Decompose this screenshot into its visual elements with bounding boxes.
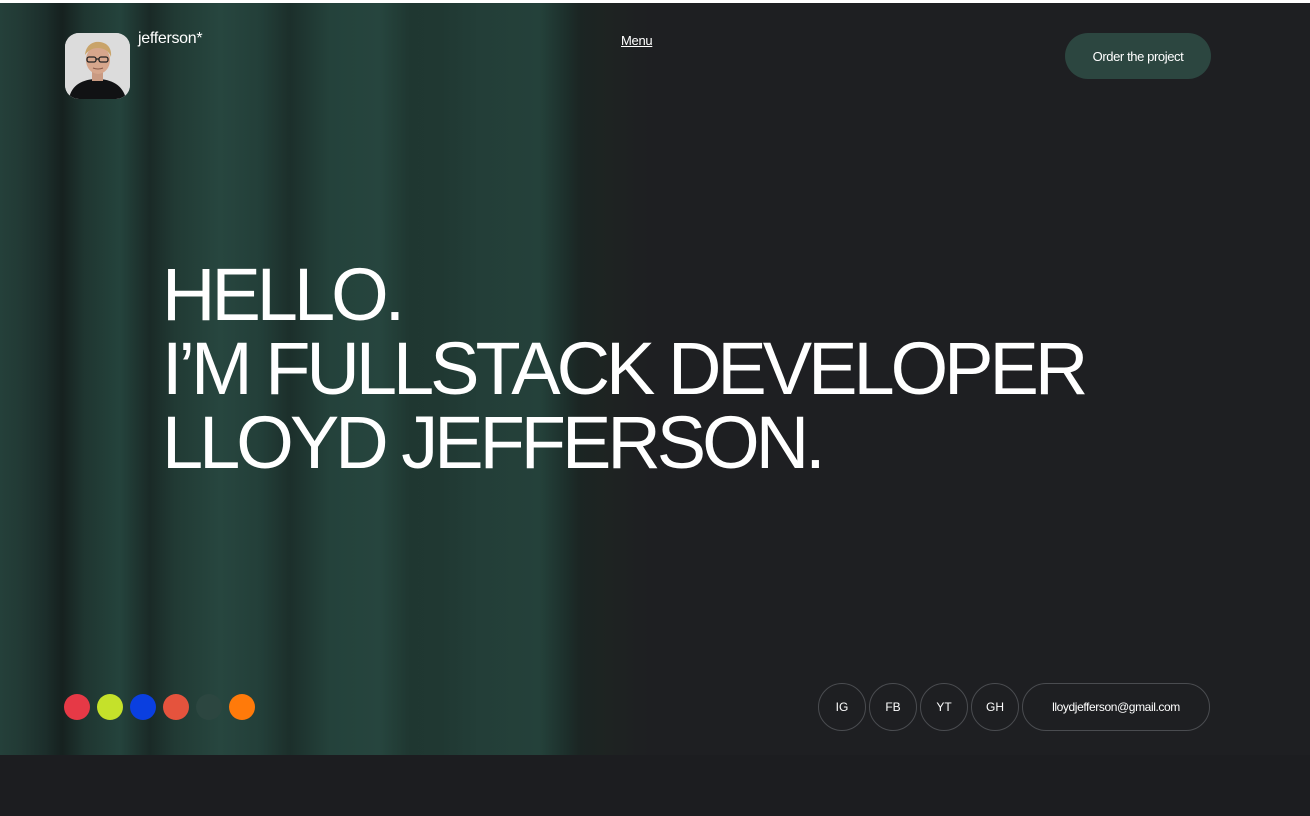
order-project-button[interactable]: Order the project: [1065, 33, 1211, 79]
facebook-link[interactable]: FB: [869, 683, 917, 731]
instagram-link[interactable]: IG: [818, 683, 866, 731]
github-link[interactable]: GH: [971, 683, 1019, 731]
youtube-link[interactable]: YT: [920, 683, 968, 731]
menu-link[interactable]: Menu: [621, 33, 653, 48]
swatch-coral[interactable]: [163, 694, 189, 720]
portrait-image: [65, 33, 130, 99]
headline-line-2: I’M FULLSTACK DEVELOPER: [162, 327, 1088, 410]
swatch-red[interactable]: [64, 694, 90, 720]
avatar[interactable]: [65, 33, 130, 99]
page-footer-band: [0, 755, 1310, 816]
headline-line-3: LLOYD JEFFERSON.: [162, 401, 826, 484]
email-link[interactable]: lloydjefferson@gmail.com: [1022, 683, 1210, 731]
hero-headline: HELLO. I’M FULLSTACK DEVELOPER LLOYD JEF…: [162, 253, 1088, 484]
theme-color-picker: [64, 694, 255, 720]
social-links: IG FB YT GH lloydjefferson@gmail.com: [818, 683, 1210, 731]
headline-line-1: HELLO.: [162, 253, 405, 336]
swatch-orange[interactable]: [229, 694, 255, 720]
hero-section: jefferson* Menu Order the project HELLO.…: [0, 3, 1310, 755]
brand-name[interactable]: jefferson*: [138, 30, 203, 48]
swatch-blue[interactable]: [130, 694, 156, 720]
swatch-dark-green[interactable]: [196, 694, 222, 720]
swatch-lime[interactable]: [97, 694, 123, 720]
